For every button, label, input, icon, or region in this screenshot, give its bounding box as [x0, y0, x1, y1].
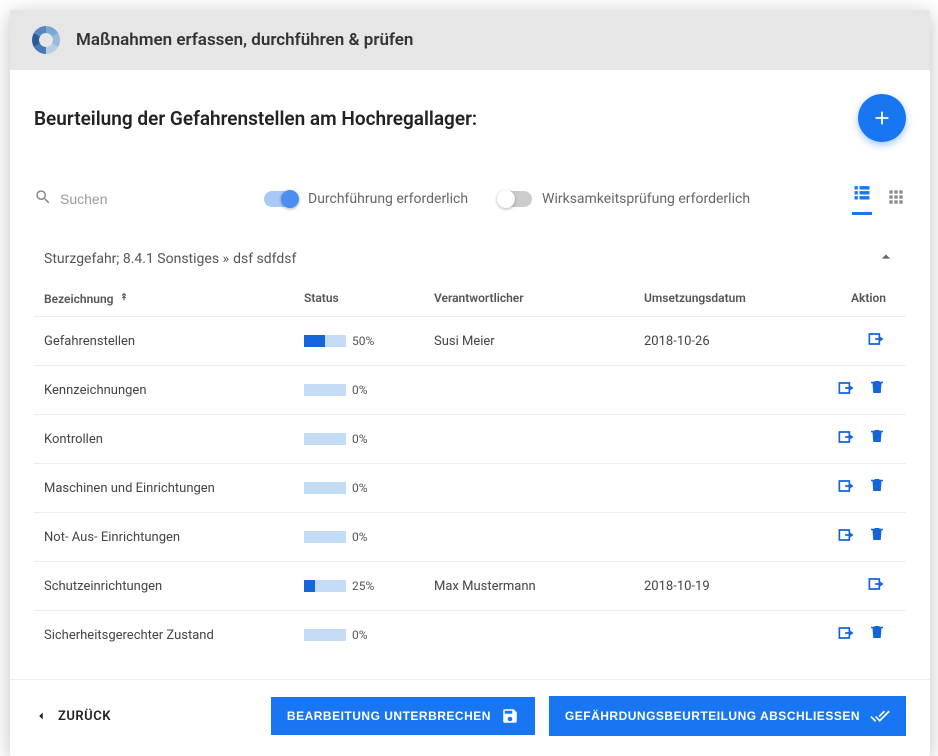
open-icon[interactable]: [866, 574, 886, 598]
collapse-icon[interactable]: [876, 247, 896, 271]
col-header-action: Aktion: [784, 291, 896, 306]
cell-responsible: Susi Meier: [434, 334, 644, 349]
done-all-icon: [870, 706, 890, 726]
cell-actions: [784, 623, 896, 647]
progress-label: 50%: [352, 334, 374, 348]
delete-icon[interactable]: [868, 476, 886, 500]
cell-name: Kennzeichnungen: [44, 383, 304, 398]
cell-actions: [784, 427, 896, 451]
open-icon[interactable]: [836, 378, 856, 402]
progress-bar: [304, 580, 346, 592]
toggle-effectiveness[interactable]: [498, 191, 532, 207]
save-icon: [501, 707, 519, 725]
col-header-name[interactable]: Bezeichnung: [44, 291, 304, 306]
group-title: Sturzgefahr; 8.4.1 Sonstiges » dsf sdfds…: [44, 251, 296, 267]
cell-date: 2018-10-19: [644, 579, 784, 594]
progress-label: 25%: [352, 579, 374, 593]
table-row: Sicherheitsgerechter Zustand 0%: [34, 610, 906, 659]
progress-bar: [304, 629, 346, 641]
progress-bar: [304, 482, 346, 494]
finish-label: GEFÄHRDUNGSBEURTEILUNG ABSCHLIESSEN: [565, 709, 860, 723]
add-button[interactable]: [858, 94, 906, 142]
cell-name: Maschinen und Einrichtungen: [44, 481, 304, 496]
delete-icon[interactable]: [868, 525, 886, 549]
progress-label: 0%: [352, 628, 368, 642]
group-suffix: dsf sdfdsf: [233, 251, 296, 267]
table-row: Maschinen und Einrichtungen 0%: [34, 463, 906, 512]
table-row: Not- Aus- Einrichtungen 0%: [34, 512, 906, 561]
back-label: ZURÜCK: [58, 709, 111, 724]
open-icon[interactable]: [866, 329, 886, 353]
col-header-date[interactable]: Umsetzungsdatum: [644, 291, 784, 306]
cell-name: Kontrollen: [44, 432, 304, 447]
cell-name: Schutzeinrichtungen: [44, 579, 304, 594]
back-button[interactable]: ZURÜCK: [34, 709, 111, 724]
col-header-status[interactable]: Status: [304, 291, 434, 306]
toggle-execution-label: Durchführung erforderlich: [308, 191, 468, 207]
cell-status: 0%: [304, 383, 434, 398]
list-view-icon[interactable]: [852, 182, 872, 215]
header-bar: Maßnahmen erfassen, durchführen & prüfen: [10, 10, 930, 70]
progress-bar: [304, 335, 346, 347]
table-row: Kontrollen 0%: [34, 414, 906, 463]
cell-actions: [784, 525, 896, 549]
table-row: Schutzeinrichtungen 25% Max Mustermann2018…: [34, 561, 906, 610]
cell-status: 0%: [304, 432, 434, 447]
open-icon[interactable]: [836, 427, 856, 451]
cell-actions: [784, 476, 896, 500]
cell-responsible: Max Mustermann: [434, 579, 644, 594]
cell-actions: [784, 378, 896, 402]
delete-icon[interactable]: [868, 427, 886, 451]
page-title: Beurteilung der Gefahrenstellen am Hochr…: [34, 107, 477, 130]
cell-status: 0%: [304, 628, 434, 643]
grid-view-icon[interactable]: [886, 187, 906, 211]
pause-button[interactable]: BEARBEITUNG UNTERBRECHEN: [271, 697, 535, 735]
group-prefix: Sturzgefahr; 8.4.1 Sonstiges »: [44, 251, 229, 267]
toggle-execution[interactable]: [264, 191, 298, 207]
progress-bar: [304, 384, 346, 396]
pause-label: BEARBEITUNG UNTERBRECHEN: [287, 709, 491, 723]
open-icon[interactable]: [836, 476, 856, 500]
sort-asc-icon: [118, 291, 130, 306]
cell-status: 0%: [304, 530, 434, 545]
app-logo-icon: [30, 24, 62, 56]
table-row: Gefahrenstellen 50% Susi Meier2018-10-26: [34, 316, 906, 365]
progress-label: 0%: [352, 481, 368, 495]
cell-actions: [784, 329, 896, 353]
cell-status: 25%: [304, 579, 434, 594]
search-icon: [34, 188, 52, 210]
cell-date: 2018-10-26: [644, 334, 784, 349]
header-title: Maßnahmen erfassen, durchführen & prüfen: [76, 30, 413, 50]
cell-actions: [784, 574, 896, 598]
progress-label: 0%: [352, 383, 368, 397]
cell-name: Sicherheitsgerechter Zustand: [44, 628, 304, 643]
cell-name: Gefahrenstellen: [44, 334, 304, 349]
toggle-effectiveness-label: Wirksamkeitsprüfung erforderlich: [542, 191, 750, 207]
cell-status: 50%: [304, 334, 434, 349]
search-box[interactable]: [34, 188, 234, 210]
progress-label: 0%: [352, 530, 368, 544]
progress-label: 0%: [352, 432, 368, 446]
cell-status: 0%: [304, 481, 434, 496]
table-row: Kennzeichnungen 0%: [34, 365, 906, 414]
open-icon[interactable]: [836, 623, 856, 647]
cell-name: Not- Aus- Einrichtungen: [44, 530, 304, 545]
col-header-responsible[interactable]: Verantwortlicher: [434, 291, 644, 306]
search-input[interactable]: [60, 191, 200, 207]
open-icon[interactable]: [836, 525, 856, 549]
delete-icon[interactable]: [868, 378, 886, 402]
progress-bar: [304, 531, 346, 543]
progress-bar: [304, 433, 346, 445]
finish-button[interactable]: GEFÄHRDUNGSBEURTEILUNG ABSCHLIESSEN: [549, 696, 906, 736]
delete-icon[interactable]: [868, 623, 886, 647]
